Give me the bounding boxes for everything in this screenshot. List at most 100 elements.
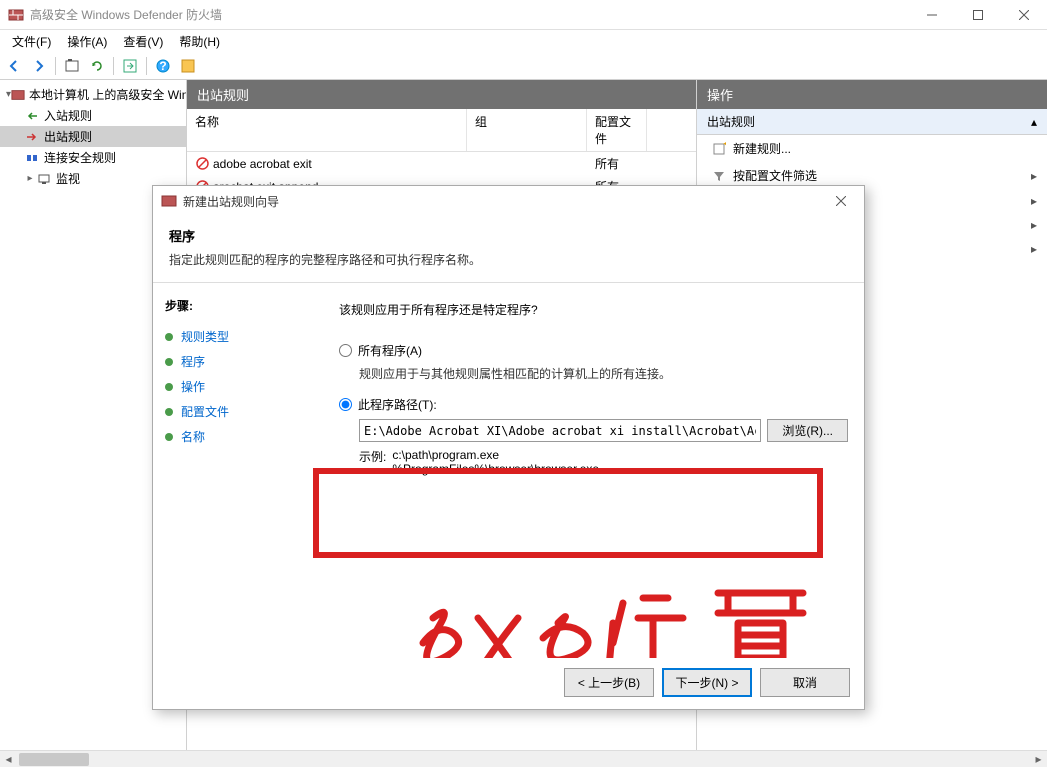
tree-connsec-label: 连接安全规则 <box>44 149 116 166</box>
bullet-icon <box>165 383 173 391</box>
radio-this-program[interactable] <box>339 398 352 411</box>
back-button[interactable]: < 上一步(B) <box>564 668 654 697</box>
cancel-button[interactable]: 取消 <box>760 668 850 697</box>
action-new-rule[interactable]: ✦ 新建规则... <box>697 135 1047 162</box>
tree-root[interactable]: ▾ 本地计算机 上的高级安全 Wind <box>0 84 186 105</box>
next-button[interactable]: 下一步(N) > <box>662 668 752 697</box>
toolbar: ? <box>0 52 1047 80</box>
dialog-header: 程序 指定此规则匹配的程序的完整程序路径和可执行程序名称。 <box>153 216 864 283</box>
option-path-label: 此程序路径(T): <box>358 396 437 413</box>
radio-all-programs[interactable] <box>339 344 352 357</box>
menu-action[interactable]: 操作(A) <box>59 30 115 53</box>
step-label: 操作 <box>181 378 205 395</box>
dialog-question: 该规则应用于所有程序还是特定程序? <box>339 301 848 318</box>
back-button[interactable] <box>2 54 26 78</box>
svg-text:✦: ✦ <box>722 142 726 151</box>
block-icon <box>195 157 209 171</box>
menu-help[interactable]: 帮助(H) <box>171 30 228 53</box>
menu-file[interactable]: 文件(F) <box>4 30 59 53</box>
dialog-footer: < 上一步(B) 下一步(N) > 取消 <box>153 658 864 709</box>
dialog-content: 该规则应用于所有程序还是特定程序? 所有程序(A) 规则应用于与其他规则属性相匹… <box>323 283 864 658</box>
separator <box>55 57 56 75</box>
annotation-handwriting <box>383 573 823 658</box>
forward-button[interactable] <box>27 54 51 78</box>
browse-button[interactable]: 浏览(R)... <box>767 419 848 442</box>
refresh-button[interactable] <box>85 54 109 78</box>
col-profile[interactable]: 配置文件 <box>587 109 647 151</box>
filter-icon <box>711 168 727 184</box>
action-label: 新建规则... <box>733 140 791 157</box>
step-action[interactable]: 操作 <box>165 374 311 399</box>
example-2: %ProgramFiles%\browser\browser.exe <box>392 462 599 476</box>
svg-text:?: ? <box>159 59 166 73</box>
tree-root-label: 本地计算机 上的高级安全 Wind <box>29 86 187 103</box>
col-name[interactable]: 名称 <box>187 109 467 151</box>
step-profile[interactable]: 配置文件 <box>165 399 311 424</box>
actions-header: 操作 <box>697 80 1047 109</box>
expand-icon[interactable]: ▸ <box>24 173 36 184</box>
action-label: 按配置文件筛选 <box>733 167 817 184</box>
step-program[interactable]: 程序 <box>165 349 311 374</box>
step-label: 规则类型 <box>181 328 229 345</box>
export-button[interactable] <box>118 54 142 78</box>
rule-group <box>467 163 587 165</box>
new-rule-icon: ✦ <box>711 141 727 157</box>
chevron-right-icon: ▸ <box>1031 242 1037 256</box>
rule-name: adobe acrobat exit <box>213 157 312 171</box>
option-this-program[interactable]: 此程序路径(T): <box>339 396 848 413</box>
option-all-label: 所有程序(A) <box>358 342 422 359</box>
bullet-icon <box>165 433 173 441</box>
maximize-button[interactable] <box>955 0 1001 30</box>
rule-profile: 所有 <box>587 154 647 173</box>
chevron-right-icon: ▸ <box>1031 218 1037 232</box>
tree-inbound[interactable]: 入站规则 <box>0 105 186 126</box>
separator <box>146 57 147 75</box>
example-1: c:\path\program.exe <box>392 448 599 462</box>
menu-view[interactable]: 查看(V) <box>115 30 171 53</box>
dialog-head-title: 程序 <box>169 226 848 245</box>
step-name[interactable]: 名称 <box>165 424 311 449</box>
steps-title: 步骤: <box>165 297 311 314</box>
step-label: 程序 <box>181 353 205 370</box>
tree-monitor-label: 监视 <box>56 170 80 187</box>
menubar: 文件(F) 操作(A) 查看(V) 帮助(H) <box>0 30 1047 52</box>
inbound-icon <box>24 108 40 124</box>
firewall-icon <box>161 193 177 209</box>
tree-connsec[interactable]: 连接安全规则 <box>0 147 186 168</box>
wizard-steps: 步骤: 规则类型 程序 操作 配置文件 名称 <box>153 283 323 658</box>
rules-panel-header: 出站规则 <box>187 80 696 109</box>
outbound-icon <box>24 129 40 145</box>
option-all-programs[interactable]: 所有程序(A) <box>339 342 848 359</box>
monitor-icon <box>36 171 52 187</box>
firewall-icon <box>11 87 25 103</box>
properties-button[interactable] <box>176 54 200 78</box>
step-rule-type[interactable]: 规则类型 <box>165 324 311 349</box>
collapse-icon[interactable]: ▴ <box>1031 115 1037 129</box>
rules-scrollbar[interactable]: ◂ ▸ <box>187 750 697 767</box>
minimize-button[interactable] <box>909 0 955 30</box>
step-label: 名称 <box>181 428 205 445</box>
help-button[interactable]: ? <box>151 54 175 78</box>
dialog-titlebar[interactable]: 新建出站规则向导 <box>153 186 864 216</box>
chevron-right-icon: ▸ <box>1031 169 1037 183</box>
tree-outbound[interactable]: 出站规则 <box>0 126 186 147</box>
chevron-right-icon: ▸ <box>1031 194 1037 208</box>
actions-section-label: 出站规则 <box>707 113 755 130</box>
connsec-icon <box>24 150 40 166</box>
actions-section[interactable]: 出站规则 ▴ <box>697 109 1047 135</box>
firewall-icon <box>8 7 24 23</box>
window-title: 高级安全 Windows Defender 防火墙 <box>30 6 909 23</box>
separator <box>113 57 114 75</box>
program-path-input[interactable] <box>359 419 761 442</box>
titlebar: 高级安全 Windows Defender 防火墙 <box>0 0 1047 30</box>
close-button[interactable] <box>1001 0 1047 30</box>
bullet-icon <box>165 408 173 416</box>
list-row[interactable]: adobe acrobat exit 所有 <box>187 152 696 175</box>
col-group[interactable]: 组 <box>467 109 587 151</box>
up-button[interactable] <box>60 54 84 78</box>
new-rule-wizard-dialog: 新建出站规则向导 程序 指定此规则匹配的程序的完整程序路径和可执行程序名称。 步… <box>152 185 865 710</box>
dialog-close-button[interactable] <box>826 191 856 211</box>
rules-list-header: 名称 组 配置文件 <box>187 109 696 152</box>
bullet-icon <box>165 358 173 366</box>
dialog-title: 新建出站规则向导 <box>183 193 826 210</box>
